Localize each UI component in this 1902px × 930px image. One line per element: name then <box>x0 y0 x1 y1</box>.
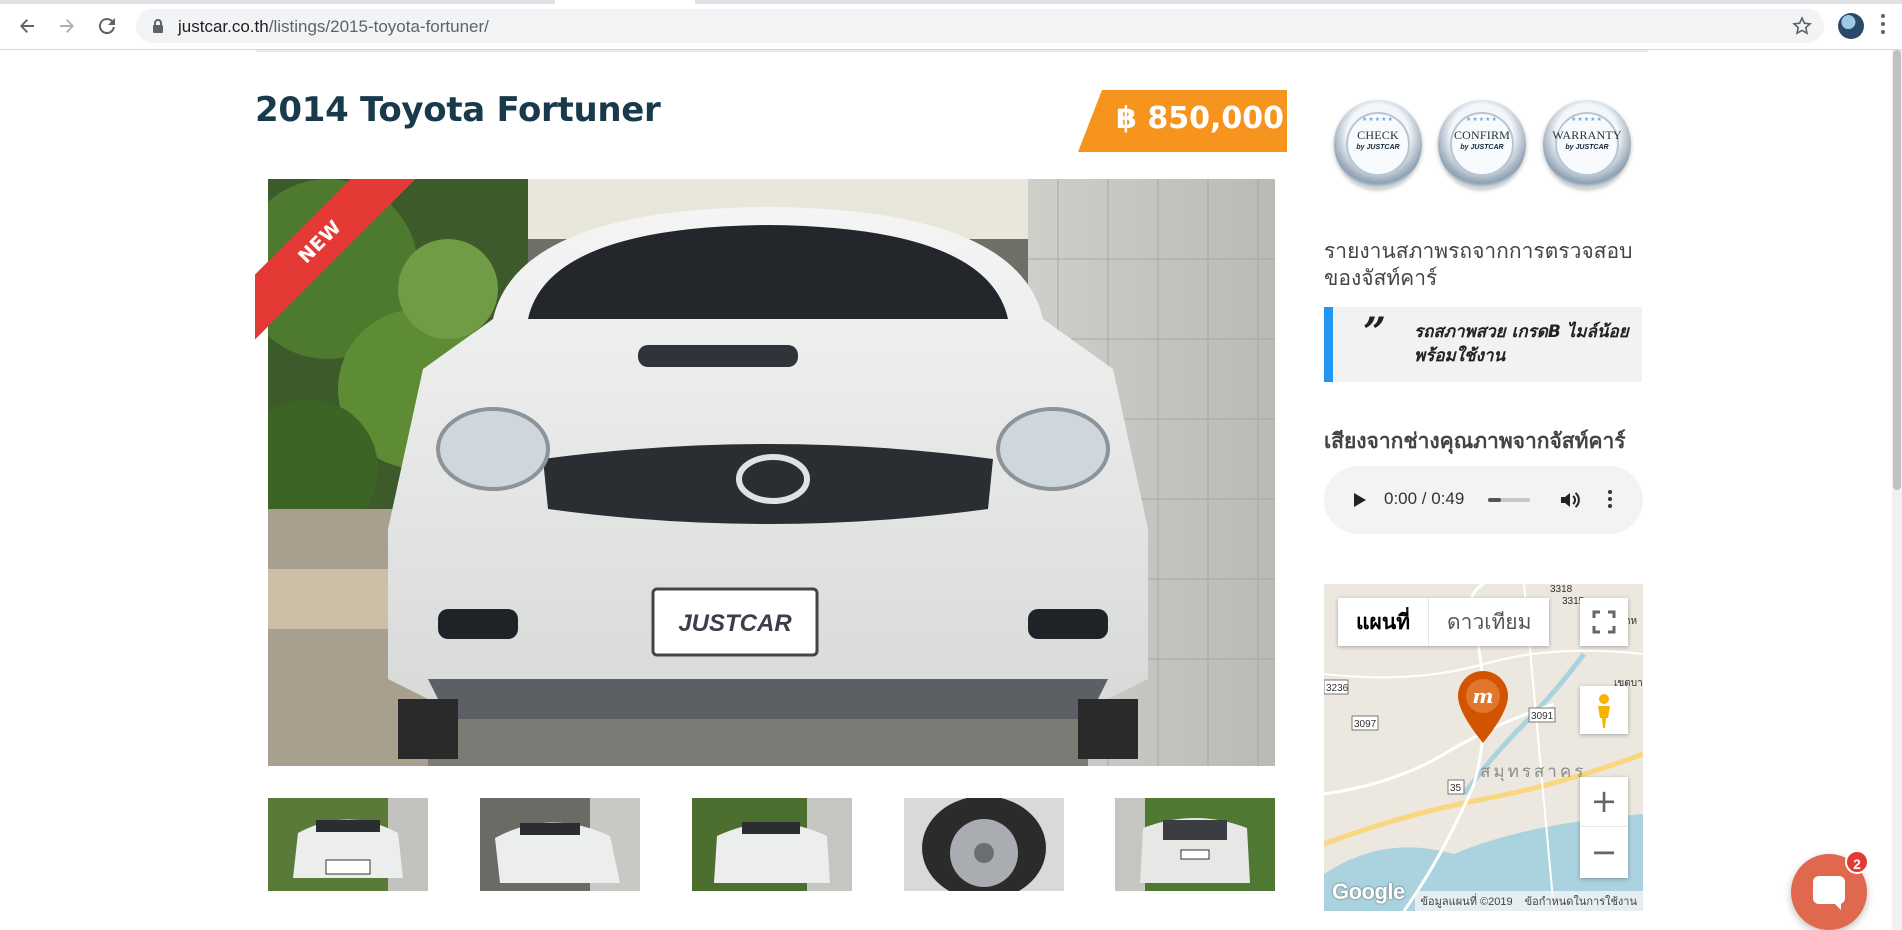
road-label: 3236 <box>1326 683 1349 694</box>
header-divider <box>256 50 1648 52</box>
thumbnail-3[interactable] <box>692 798 852 891</box>
thumbnail-1[interactable] <box>268 798 428 891</box>
page-scrollbar[interactable] <box>1892 50 1902 930</box>
url-host: justcar.co.th <box>178 17 269 36</box>
lock-icon <box>153 19 163 33</box>
badge-sub: by JUSTCAR <box>1356 144 1400 151</box>
map-type-satellite-button[interactable]: ดาวเทียม <box>1429 598 1549 646</box>
street-view-pegman-icon[interactable] <box>1580 686 1628 734</box>
road-label: 3097 <box>1354 719 1377 730</box>
tab-strip <box>0 0 1902 4</box>
address-bar[interactable]: justcar.co.th/listings/2015-toyota-fortu… <box>136 9 1824 43</box>
forward-icon[interactable] <box>52 11 82 41</box>
zoom-out-button[interactable]: − <box>1580 828 1628 878</box>
back-icon[interactable] <box>12 11 42 41</box>
map-attribution: ข้อมูลแผนที่ ©2019 ข้อกำหนดในการใช้งาน <box>1414 891 1643 911</box>
price-value: ฿ 850,000 <box>1116 101 1284 136</box>
thumbnail-4[interactable] <box>904 798 1064 891</box>
fullscreen-icon[interactable] <box>1580 598 1628 646</box>
ribbon-label: NEW <box>294 216 346 268</box>
svg-text:m: m <box>1472 684 1493 708</box>
chat-bubble-icon <box>1813 876 1845 910</box>
road-label: 3091 <box>1531 711 1554 722</box>
road-label: 3318 <box>1550 584 1573 595</box>
audio-more-icon[interactable] <box>1608 490 1614 510</box>
audio-time: 0:00 / 0:49 <box>1384 489 1465 508</box>
warranty-badge: ★★★★★ WARRANTY by JUSTCAR <box>1543 100 1631 188</box>
badge-label: CONFIRM <box>1453 128 1511 142</box>
volume-icon[interactable] <box>1558 488 1582 512</box>
inspection-quote: ” รถสภาพสวย เกรดB ไมล์น้อยพร้อมใช้งาน <box>1324 307 1642 382</box>
audio-player: 0:00 / 0:49 <box>1324 466 1643 534</box>
url-text[interactable]: justcar.co.th/listings/2015-toyota-fortu… <box>178 17 489 37</box>
profile-avatar[interactable] <box>1838 13 1864 39</box>
browser-menu-icon[interactable] <box>1880 14 1886 38</box>
url-path: /listings/2015-toyota-fortuner/ <box>268 17 489 36</box>
thumbnail-2[interactable] <box>480 798 640 891</box>
badge-sub: by JUSTCAR <box>1460 144 1504 151</box>
quote-text: รถสภาพสวย เกรดB ไมล์น้อยพร้อมใช้งาน <box>1414 322 1629 366</box>
zoom-control: + − <box>1580 777 1628 878</box>
map-terms-link[interactable]: ข้อกำหนดในการใช้งาน <box>1519 892 1643 910</box>
chat-unread-badge: 2 <box>1845 850 1869 874</box>
thumbnail-strip <box>268 798 1275 892</box>
city-label: สมุทรสาคร <box>1480 762 1587 782</box>
badge-label: WARRANTY <box>1552 128 1622 142</box>
check-badge: ★★★★★ CHECK by JUSTCAR <box>1334 100 1422 188</box>
plate-logo-text: JUSTCAR <box>678 610 792 637</box>
badge-sub: by JUSTCAR <box>1565 144 1609 151</box>
audio-seek-bar[interactable] <box>1488 498 1530 502</box>
reload-icon[interactable] <box>92 11 122 41</box>
price-tag: ฿ 850,000 <box>1078 90 1287 152</box>
report-heading: รายงานสภาพรถจากการตรวจสอบของจัสท์คาร์ <box>1324 239 1633 290</box>
bookmark-star-icon[interactable] <box>1792 16 1812 36</box>
new-ribbon: NEW <box>255 179 425 349</box>
road-label: 35 <box>1450 783 1462 794</box>
listing-title: 2014 Toyota Fortuner <box>255 90 661 130</box>
quote-icon: ” <box>1363 309 1387 356</box>
browser-toolbar: justcar.co.th/listings/2015-toyota-fortu… <box>0 0 1902 50</box>
map-data-credit: ข้อมูลแผนที่ ©2019 <box>1420 896 1513 908</box>
badge-label: CHECK <box>1357 128 1399 142</box>
confirm-badge: ★★★★★ CONFIRM by JUSTCAR <box>1438 100 1526 188</box>
certification-badges: ★★★★★ CHECK by JUSTCAR ★★★★★ CONFIRM by … <box>1334 100 1634 192</box>
map-type-map-button[interactable]: แผนที่ <box>1338 598 1430 646</box>
location-map[interactable]: 3236 3097 3091 35 3318 3315 เขตบา ตห m ส… <box>1324 584 1643 911</box>
play-icon[interactable] <box>1348 489 1370 511</box>
zoom-in-button[interactable]: + <box>1580 777 1628 827</box>
map-type-control: แผนที่ ดาวเทียม <box>1338 598 1550 646</box>
thumbnail-5[interactable] <box>1115 798 1275 891</box>
google-logo: Google <box>1332 879 1405 904</box>
audio-heading: เสียงจากช่างคุณภาพจากจัสท์คาร์ <box>1324 429 1626 453</box>
